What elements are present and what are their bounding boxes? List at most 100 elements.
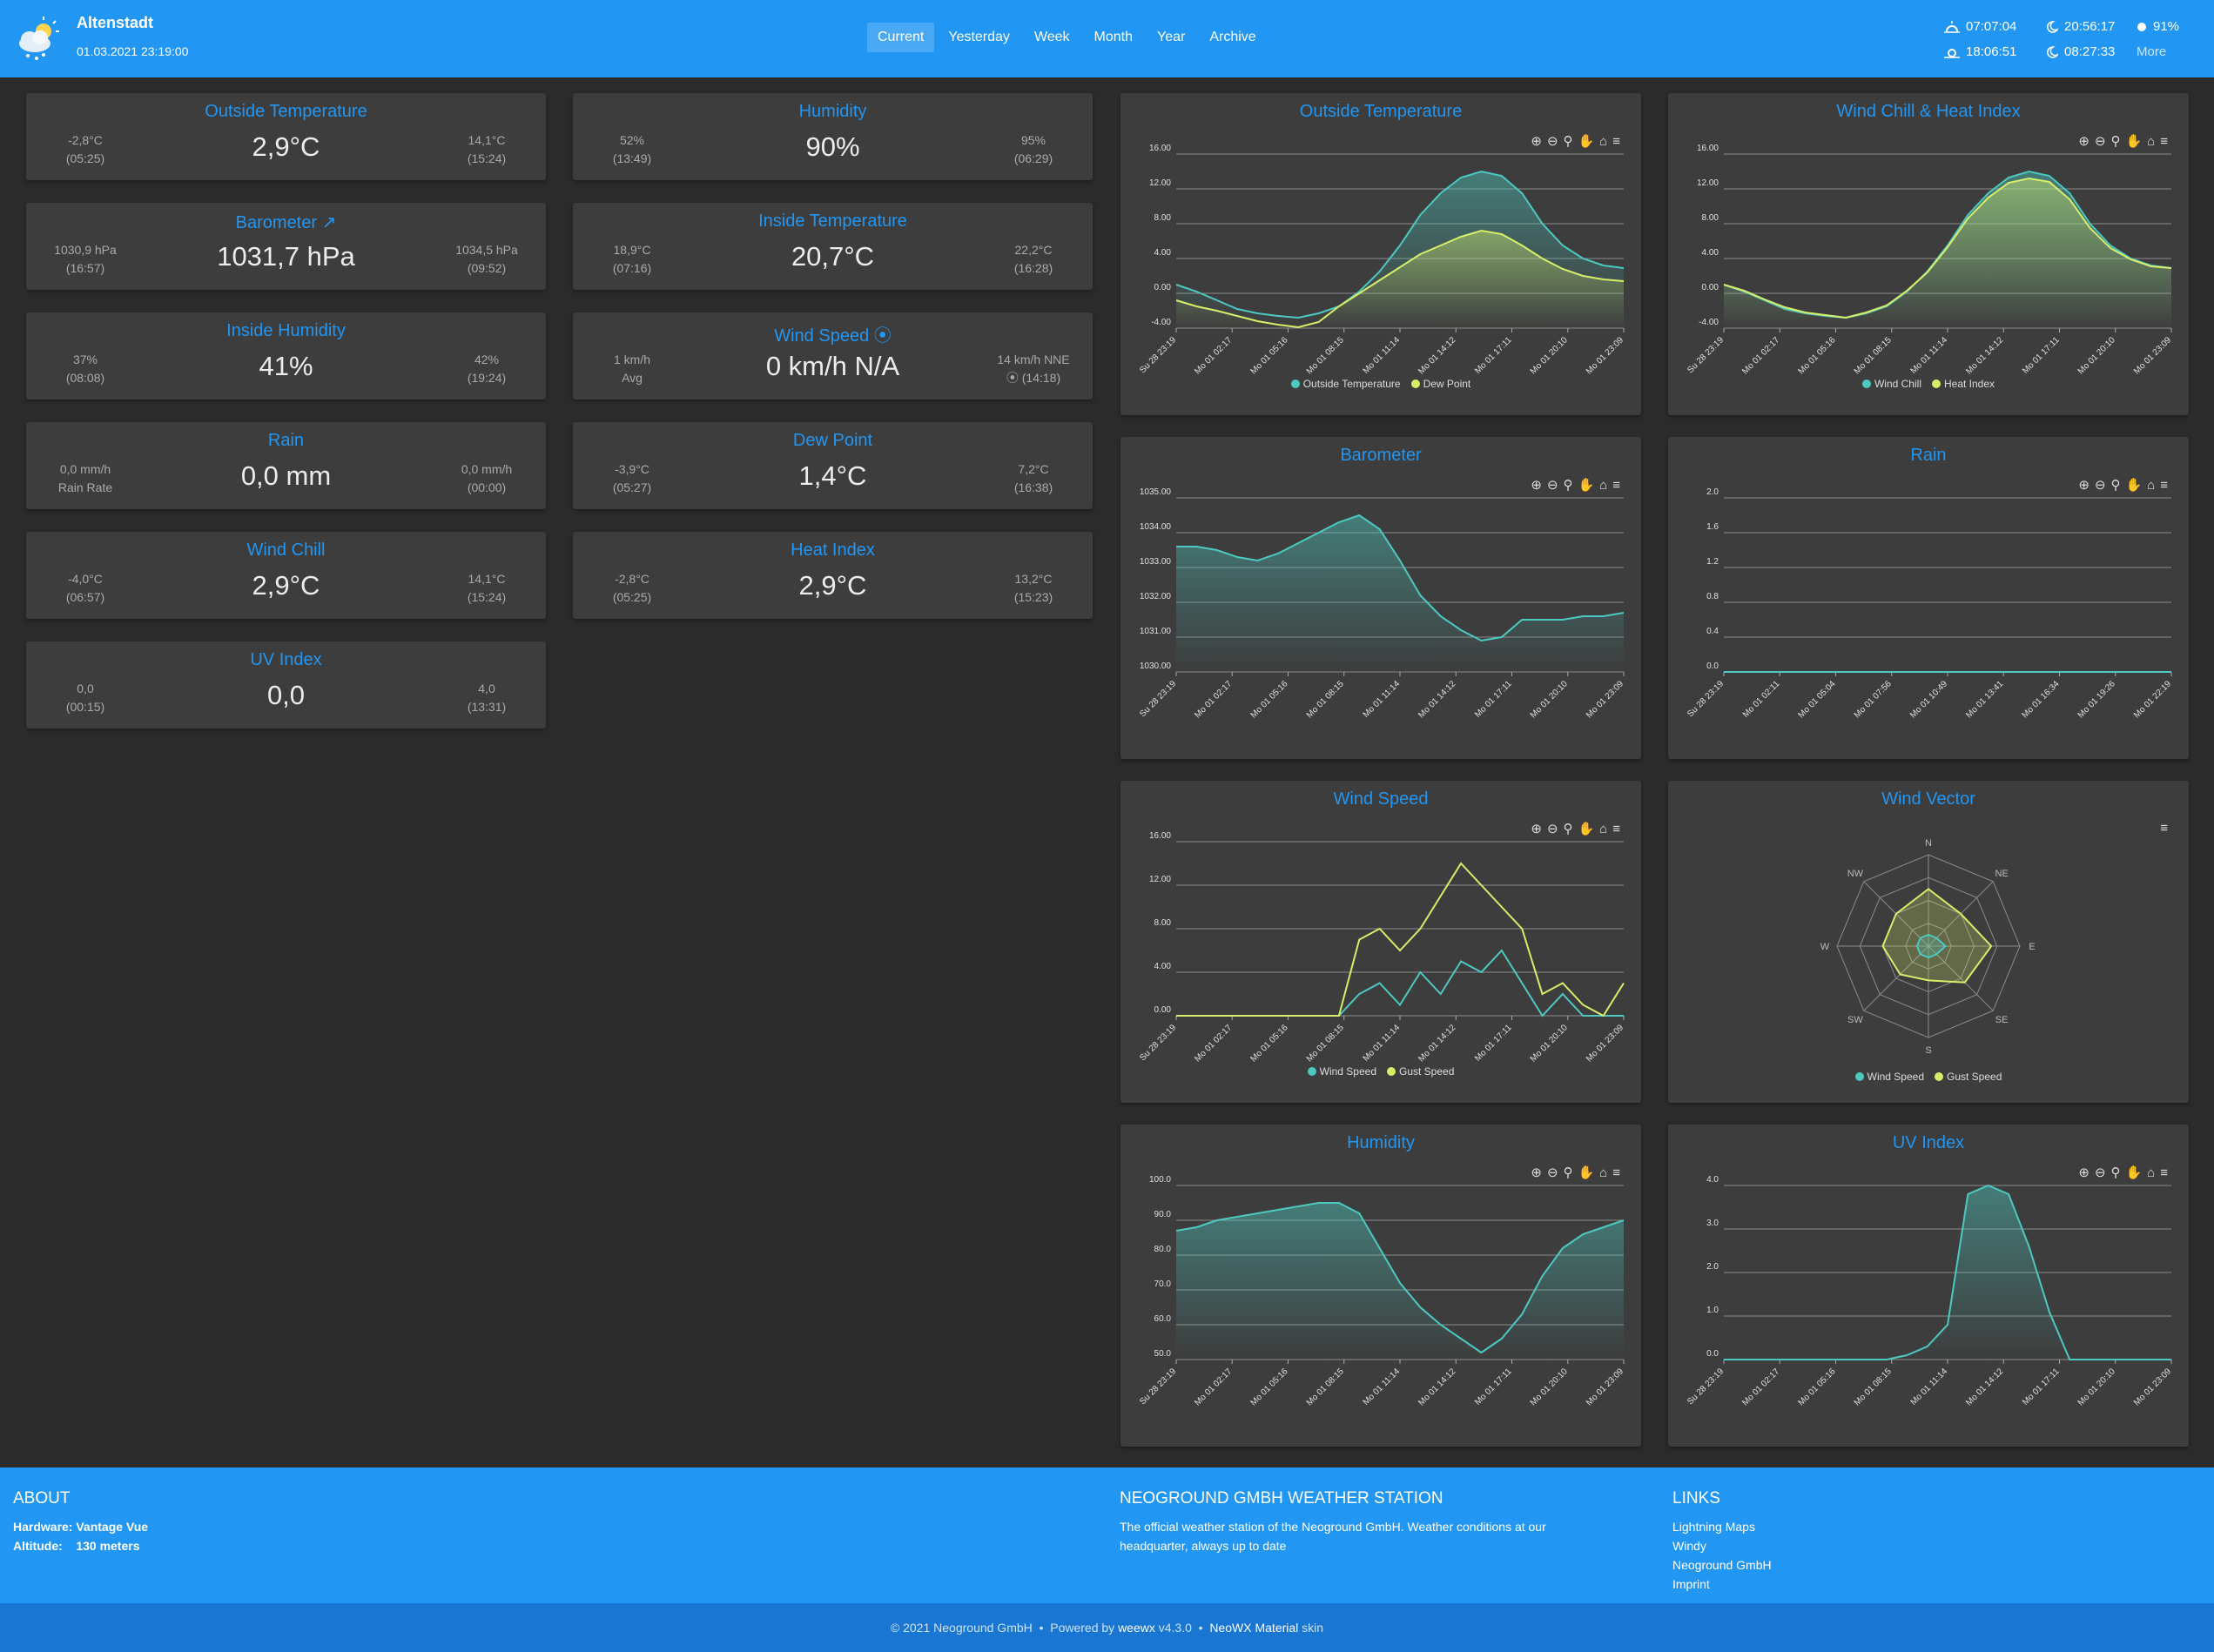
card-max-time: (16:38) [1013,480,1053,494]
card-barometer[interactable]: Barometer ↗ 1030,9 hPa (16:57) 1031,7 hPa 10… [26,203,546,290]
weewx-link[interactable]: weewx [1118,1621,1155,1635]
legend-item[interactable]: Heat Index [1931,378,1995,390]
skin-word: skin [1302,1621,1324,1635]
series-line-0 [1176,949,1624,1017]
x-tick-label: Mo 01 14:12 [1417,1367,1457,1407]
radar-direction-label: NW [1847,869,1864,879]
legend-item[interactable]: Gust Speed [1935,1071,2002,1083]
x-tick-label: Mo 01 20:10 [1529,335,1570,376]
chart-legend: Wind Speed Gust Speed [1120,1065,1641,1078]
weewx-version: v4.3.0 [1158,1621,1192,1635]
skin-link[interactable]: NeoWX Material [1209,1621,1298,1635]
x-tick-label: Mo 01 17:11 [1473,1367,1514,1407]
x-tick-label: Su 28 23:19 [1686,1367,1726,1407]
card-max-time: (19:24) [467,371,507,385]
legend-item[interactable]: Gust Speed [1387,1065,1454,1078]
radar-series-1 [1881,888,1993,984]
legend-item[interactable]: Dew Point [1410,378,1470,390]
card-heat-index[interactable]: Heat Index -2,8°C (05:25) 2,9°C 13,2°C (15:23… [573,532,1093,619]
moon-times: 20:56:17 08:27:33 [2044,14,2115,64]
y-tick-label: -4.00 [1151,318,1171,327]
x-tick-label: Mo 01 22:19 [2132,679,2173,720]
y-tick-label: 60.0 [1154,1314,1172,1324]
link-windy[interactable]: Windy [1672,1536,1772,1555]
card-max-value: 42% [474,353,500,366]
y-tick-label: 0.00 [1702,283,1719,292]
card-rain[interactable]: Rain 0,0 mm/h Rain Rate 0,0 mm 0,0 mm/h (00:0… [26,422,546,509]
y-tick-label: 12.00 [1697,178,1719,188]
card-outside-temperature[interactable]: Outside Temperature -2,8°C (05:25) 2,9°C 14,… [26,93,546,180]
card-inside-temperature[interactable]: Inside Temperature 18,9°C (07:16) 20,7°C 22,… [573,203,1093,290]
series-area-0 [1176,515,1624,672]
card-inside-humidity[interactable]: Inside Humidity 37% (08:08) 41% 42% (19:24) [26,312,546,400]
x-tick-label: Mo 01 02:17 [1193,1367,1234,1407]
link-neoground[interactable]: Neoground GmbH [1672,1555,1772,1575]
nav-year[interactable]: Year [1147,23,1195,52]
about-heading: ABOUT [13,1489,71,1508]
card-title: Humidity [798,102,867,121]
series-line-1 [1176,862,1625,1017]
more-link[interactable]: More [2137,44,2166,59]
nav-current[interactable]: Current [867,23,935,52]
legend-item[interactable]: Outside Temperature [1290,378,1401,390]
x-tick-label: Mo 01 05:16 [1797,1367,1838,1407]
x-tick-label: Mo 01 05:16 [1249,335,1290,376]
card-max-value: 7,2°C [1018,462,1049,476]
card-humidity[interactable]: Humidity 52% (13:49) 90% 95% (06:29) [573,93,1093,180]
nav-week[interactable]: Week [1024,23,1080,52]
nav-month[interactable]: Month [1084,23,1143,52]
card-max: 14,1°C (15:24) [434,131,539,168]
chart-windchill-heatindex: Wind Chill & Heat Index ⊕⊖⚲✋⌂≡ 16.00 12.00 8… [1668,93,2189,415]
x-tick-label: Mo 01 23:09 [1585,335,1625,376]
card-max-time: (16:28) [1013,261,1053,275]
x-tick-label: Mo 01 23:09 [1585,1023,1625,1064]
x-tick-label: Mo 01 05:16 [1797,335,1838,376]
card-dew-point[interactable]: Dew Point -3,9°C (05:27) 1,4°C 7,2°C (16:38) [573,422,1093,509]
chart-plot: 2.0 1.6 1.2 0.8 0.4 0.0 Su 28 23:19 Mo 01 02:11… [1686,487,2173,720]
card-max-time: (09:52) [467,261,507,275]
chart-outside-temperature: Outside Temperature ⊕⊖⚲✋⌂≡ 16.00 12.00 8.00 4… [1120,93,1641,415]
card-wind-chill[interactable]: Wind Chill -4,0°C (06:57) 2,9°C 14,1°C (15:24… [26,532,546,619]
bottom-bar: © 2021 Neoground GmbH • Powered by weewx… [0,1603,2214,1652]
nav-yesterday[interactable]: Yesterday [938,23,1020,52]
y-tick-label: 1032.00 [1140,592,1172,601]
card-uv-index[interactable]: UV Index 0,0 (00:15) 0,0 4,0 (13:31) [26,641,546,729]
legend-marker [1861,379,1871,388]
nav-archive[interactable]: Archive [1199,23,1266,52]
card-max: 13,2°C (15:23) [981,570,1086,607]
x-tick-label: Mo 01 17:11 [1473,335,1514,376]
chart-plot: N NE E SE S SW W NW [1820,838,2036,1056]
radar-direction-label: SW [1847,1015,1863,1025]
station-name[interactable]: Altenstadt [77,14,153,32]
x-tick-label: Mo 01 02:17 [1193,1023,1234,1064]
legend-item[interactable]: Wind Speed [1854,1071,1924,1083]
top-bar: Altenstadt 01.03.2021 23:19:00 Current Y… [0,0,2214,77]
x-tick-label: Mo 01 11:14 [1362,335,1403,376]
chart-plot: 16.00 12.00 8.00 4.00 0.00 Su 28 23:19 Mo 01 0… [1138,831,1625,1064]
card-max-time: (06:29) [1013,151,1053,165]
card-title: Wind Speed ⦿ [774,326,892,346]
chart-wind-vector: Wind Vector ≡ N NE E SE S SW W NW Wind Speed Gust S… [1668,781,2189,1103]
legend-label: Heat Index [1943,378,1995,390]
card-title: UV Index [250,650,322,669]
y-tick-label: 8.00 [1702,213,1719,223]
y-tick-label: -4.00 [1699,318,1719,327]
radar-direction-label: NE [1995,869,2009,879]
y-tick-label: 12.00 [1149,178,1171,188]
link-imprint[interactable]: Imprint [1672,1575,1772,1594]
link-lightning-maps[interactable]: Lightning Maps [1672,1517,1772,1536]
footer-about: ABOUT Hardware: Vantage Vue Altitude: 13… [13,1489,148,1555]
chart-legend: Outside Temperature Dew Point [1120,378,1641,390]
x-tick-label: Mo 01 16:34 [2021,679,2062,720]
legend-marker [1307,1067,1316,1076]
x-tick-label: Mo 01 02:17 [1193,679,1234,720]
x-tick-label: Mo 01 02:17 [1740,335,1781,376]
card-wind-speed[interactable]: Wind Speed ⦿ 1 km/h Avg 0 km/h N/A 14 km/h N… [573,312,1093,400]
x-tick-label: Mo 01 20:10 [2076,1367,2117,1407]
legend-item[interactable]: Wind Chill [1861,378,1921,390]
x-tick-label: Su 28 23:19 [1686,335,1726,375]
y-tick-label: 2.0 [1706,487,1719,497]
x-tick-label: Mo 01 20:10 [1529,679,1570,720]
y-tick-label: 100.0 [1149,1175,1171,1185]
legend-item[interactable]: Wind Speed [1307,1065,1376,1078]
